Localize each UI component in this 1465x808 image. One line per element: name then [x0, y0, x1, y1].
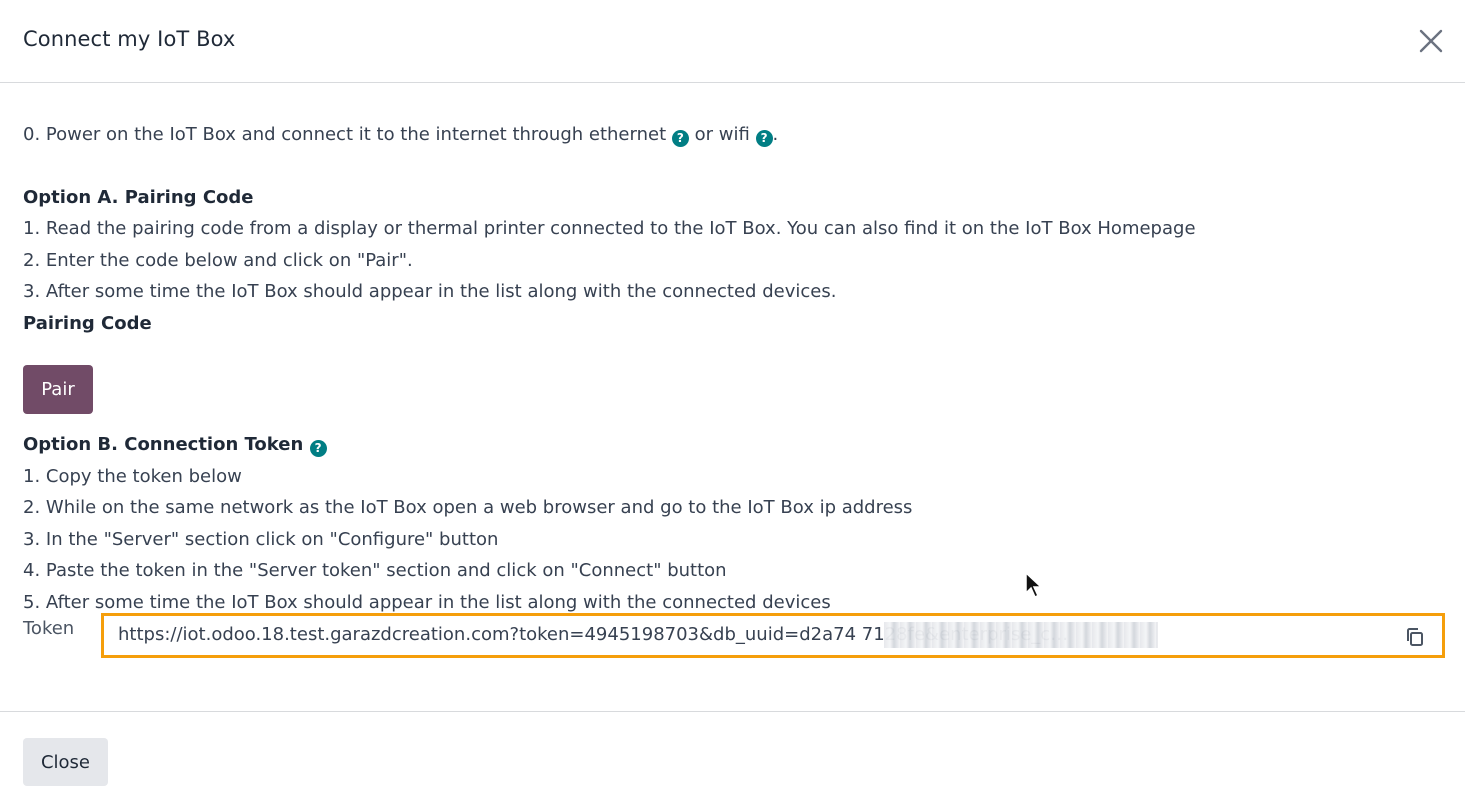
option-b-step-2: 2. While on the same network as the IoT … — [23, 497, 913, 518]
intro-or-text: or wifi — [694, 124, 750, 145]
pair-button[interactable]: Pair — [23, 365, 93, 414]
option-a-step-1: 1. Read the pairing code from a display … — [23, 218, 1196, 239]
option-b-step-4: 4. Paste the token in the "Server token"… — [23, 560, 727, 581]
option-b-title-text: Option B. Connection Token — [23, 434, 304, 455]
token-label: Token — [23, 618, 75, 639]
intro-end: . — [772, 124, 779, 145]
close-icon[interactable] — [1416, 26, 1446, 56]
option-b-step-3: 3. In the "Server" section click on "Con… — [23, 528, 499, 550]
dialog-footer: Close — [0, 711, 1465, 808]
dialog-title: Connect my IoT Box — [23, 27, 236, 51]
token-field[interactable]: https://iot.odoo.18.test.garazdcreation.… — [101, 613, 1445, 658]
intro-line: 0. Power on the IoT Box and connect it t… — [23, 119, 1443, 151]
wifi-help-icon[interactable]: ? — [755, 130, 773, 147]
pairing-code-label: Pairing Code — [23, 312, 152, 334]
mouse-cursor-icon — [1024, 571, 1044, 601]
dialog-header: Connect my IoT Box — [0, 0, 1465, 83]
close-button[interactable]: Close — [23, 738, 108, 786]
connection-token-help-icon[interactable]: ? — [309, 440, 327, 457]
dialog-body: 0. Power on the IoT Box and connect it t… — [23, 83, 1443, 618]
connect-iot-box-dialog: Connect my IoT Box 0. Power on the IoT B… — [0, 0, 1465, 808]
copy-icon[interactable] — [1404, 626, 1426, 648]
redacted-token-part — [884, 622, 1158, 648]
intro-text: 0. Power on the IoT Box and connect it t… — [23, 124, 667, 145]
token-value: https://iot.odoo.18.test.garazdcreation.… — [118, 624, 1069, 645]
option-a-step-3: 3. After some time the IoT Box should ap… — [23, 281, 837, 302]
option-b-title: Option B. Connection Token ? — [23, 429, 1443, 461]
ethernet-help-icon[interactable]: ? — [671, 130, 689, 147]
option-b-step-1: 1. Copy the token below — [23, 465, 242, 487]
option-a-step-2: 2. Enter the code below and click on "Pa… — [23, 249, 413, 271]
option-a-title: Option A. Pairing Code — [23, 186, 254, 208]
